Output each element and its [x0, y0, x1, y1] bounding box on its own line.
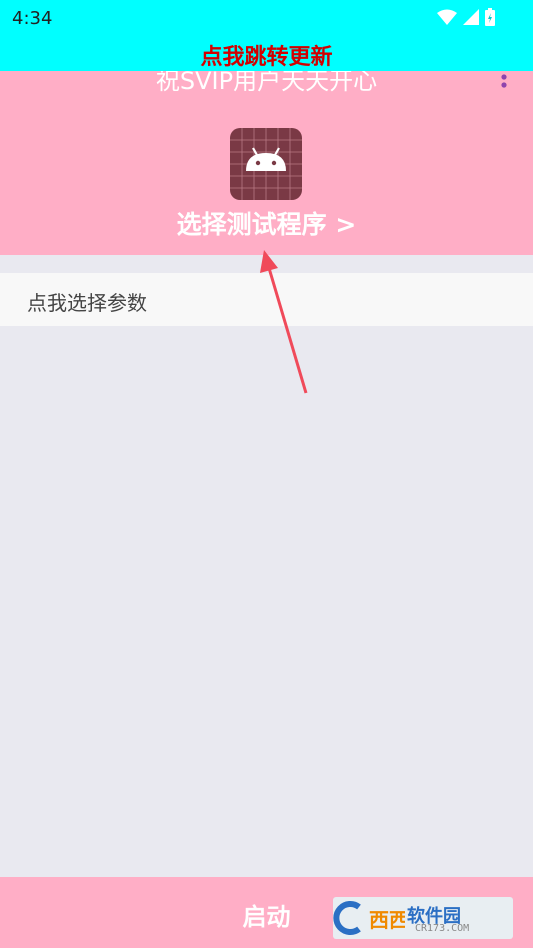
app-header: 祝SVIP用户天天开心 选择测试程序 > — [0, 71, 533, 255]
status-bar: 4:34 — [0, 0, 533, 38]
watermark-url: CR173.COM — [415, 923, 470, 934]
update-link[interactable]: 点我跳转更新 — [200, 39, 332, 71]
site-watermark: 西西 软件园 CR173.COM — [333, 897, 513, 939]
select-params-label: 点我选择参数 — [27, 291, 147, 315]
greeting-title: 祝SVIP用户天天开心 — [155, 71, 378, 95]
app-icon[interactable] — [230, 128, 302, 200]
svg-text:西西: 西西 — [369, 908, 405, 932]
battery-icon — [485, 8, 495, 26]
wifi-icon — [437, 9, 457, 25]
android-icon — [230, 128, 302, 200]
signal-icon — [463, 9, 479, 25]
more-vert-icon[interactable] — [497, 73, 511, 95]
select-program-button[interactable]: 选择测试程序 > — [0, 205, 533, 241]
status-time: 4:34 — [12, 8, 53, 29]
watermark-logo-icon: 西西 — [333, 901, 409, 935]
update-banner[interactable]: 点我跳转更新 — [0, 38, 533, 71]
select-params-row[interactable]: 点我选择参数 — [0, 273, 533, 326]
status-icons — [437, 8, 495, 26]
